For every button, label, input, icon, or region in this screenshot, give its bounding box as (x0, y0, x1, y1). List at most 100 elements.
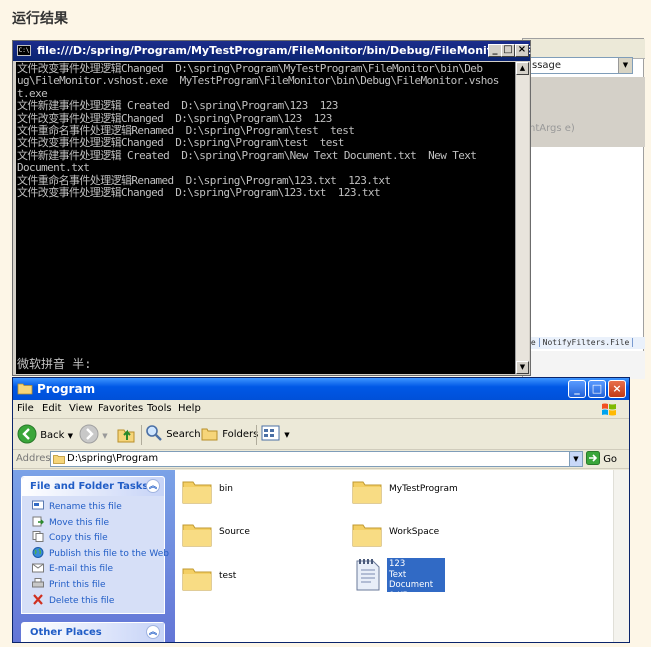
back-arrow-icon (17, 424, 37, 444)
task-copy[interactable]: Copy this file (32, 531, 164, 547)
chevron-down-icon[interactable]: ▼ (569, 452, 582, 466)
views-button[interactable]: ▼ (261, 424, 290, 446)
task-label: Copy this file (49, 533, 108, 544)
ide-tab[interactable]: NotifyFilters.File (539, 338, 634, 347)
close-button[interactable]: × (608, 380, 626, 398)
menu-view[interactable]: View (69, 403, 93, 414)
chevron-down-icon[interactable]: ▼ (284, 431, 289, 439)
file-name: 123 (389, 559, 406, 569)
menu-file[interactable]: File (17, 403, 34, 414)
back-button[interactable]: Back ▼ (17, 424, 73, 446)
tasks-title: File and Folder Tasks (30, 481, 149, 492)
views-icon (261, 425, 280, 441)
file-item-123-txt[interactable]: 123 Text Document 0 KB (353, 558, 449, 601)
menu-tools[interactable]: Tools (147, 403, 172, 414)
scroll-up-icon[interactable]: ▲ (516, 62, 529, 75)
go-arrow-icon (586, 451, 600, 465)
selected-file-label: 123 Text Document 0 KB (387, 558, 445, 601)
search-icon (146, 425, 162, 441)
search-button[interactable]: Search (145, 424, 201, 446)
task-label: Print this file (49, 579, 106, 590)
other-places-header[interactable]: Other Places ︽ (22, 623, 164, 642)
folder-icon (352, 481, 382, 504)
menu-bar: File Edit View Favorites Tools Help (13, 400, 629, 419)
console-window: C:\ file:///D:/spring/Program/MyTestProg… (12, 40, 531, 376)
folder-icon (182, 568, 212, 591)
menu-edit[interactable]: Edit (42, 403, 61, 414)
move-icon (32, 516, 44, 527)
console-line: ug\FileMonitor.vshost.exe MyTestProgram\… (17, 74, 499, 88)
task-email[interactable]: E-mail this file (32, 562, 164, 578)
task-print[interactable]: Print this file (32, 577, 164, 594)
console-lines: 文件改变事件处理逻辑Changed D:\spring\Program\MyTe… (16, 62, 515, 199)
ide-code-text: ntArgs e) (529, 123, 575, 134)
folders-button[interactable]: Folders (201, 424, 258, 446)
chevron-down-icon[interactable]: ▼ (618, 58, 632, 73)
console-line: 文件改变事件处理逻辑Changed D:\spring\Program\test… (17, 136, 344, 150)
toolbar-separator (141, 425, 142, 445)
up-folder-button[interactable] (116, 424, 136, 446)
chevron-down-icon[interactable]: ▼ (68, 432, 73, 440)
explorer-body: File and Folder Tasks ︽ Rename this file… (13, 470, 629, 642)
tasks-header[interactable]: File and Folder Tasks ︽ (22, 477, 164, 496)
console-line: Document.txt (17, 161, 90, 175)
console-title: file:///D:/spring/Program/MyTestProgram/… (37, 44, 532, 57)
forward-arrow-icon (79, 424, 99, 444)
email-icon (32, 563, 44, 573)
task-move[interactable]: Move this file (32, 516, 164, 532)
folders-icon (201, 428, 218, 441)
chevron-down-icon[interactable]: ▼ (102, 432, 107, 440)
scroll-down-icon[interactable]: ▼ (516, 361, 529, 374)
other-places-title: Other Places (30, 627, 102, 638)
file-name: Source (219, 527, 250, 537)
ide-combo-text: ssage (532, 60, 562, 71)
address-input[interactable]: D:\spring\Program ▼ (50, 451, 583, 467)
delete-icon (33, 593, 43, 605)
toolbar: Back ▼ ▼ Search Folders ▼ (13, 420, 629, 450)
go-button[interactable]: Go (586, 451, 617, 468)
console-scrollbar[interactable]: ▲ ▼ (515, 62, 529, 374)
maximize-button[interactable]: □ (501, 44, 515, 57)
task-label: Publish this file to the Web (49, 548, 169, 559)
minimize-button[interactable]: _ (488, 44, 502, 57)
file-name: bin (219, 484, 233, 494)
file-size: 0 KB (389, 590, 409, 601)
go-label: Go (603, 454, 618, 465)
collapse-icon[interactable]: ︽ (146, 479, 160, 493)
maximize-button[interactable]: □ (588, 380, 606, 398)
other-places-panel: Other Places ︽ (21, 622, 165, 642)
windows-logo-icon (602, 403, 616, 416)
ide-member-combo[interactable]: ssage ▼ (529, 57, 633, 74)
task-pane: File and Folder Tasks ︽ Rename this file… (13, 470, 175, 642)
toolbar-separator (256, 425, 257, 445)
address-value: D:\spring\Program (67, 453, 159, 464)
minimize-button[interactable]: _ (568, 380, 586, 398)
console-titlebar[interactable]: C:\ file:///D:/spring/Program/MyTestProg… (13, 41, 532, 61)
back-label: Back (40, 430, 65, 441)
rename-icon (32, 500, 44, 510)
close-button[interactable]: × (515, 44, 529, 57)
task-publish[interactable]: Publish this file to the Web (32, 546, 169, 563)
task-label: Rename this file (49, 502, 122, 512)
menu-favorites[interactable]: Favorites (98, 403, 143, 414)
search-label: Search (166, 429, 201, 440)
folder-icon (182, 481, 212, 504)
explorer-titlebar[interactable]: Program _ □ × (13, 378, 629, 400)
folder-icon (53, 455, 65, 464)
task-label: Delete this file (49, 595, 115, 606)
task-delete[interactable]: Delete this file (32, 593, 164, 610)
explorer-scrollbar[interactable] (613, 470, 629, 642)
copy-icon (32, 531, 44, 543)
menu-help[interactable]: Help (178, 403, 201, 414)
page-heading: 运行结果 (12, 11, 68, 27)
collapse-icon[interactable]: ︽ (146, 625, 160, 639)
explorer-window: Program _ □ × File Edit View Favorites T… (12, 377, 630, 643)
console-line: 文件新建事件处理逻辑 Created D:\spring\Program\123… (17, 99, 338, 113)
console-line: 文件改变事件处理逻辑Changed D:\spring\Program\123.… (17, 186, 381, 200)
task-list: Rename this file Move this file Copy thi… (22, 496, 169, 610)
task-label: E-mail this file (49, 564, 114, 575)
forward-button[interactable]: ▼ (79, 424, 108, 446)
file-name: WorkSpace (389, 527, 440, 537)
folder-icon (352, 524, 382, 547)
task-rename[interactable]: Rename this file (32, 500, 164, 516)
